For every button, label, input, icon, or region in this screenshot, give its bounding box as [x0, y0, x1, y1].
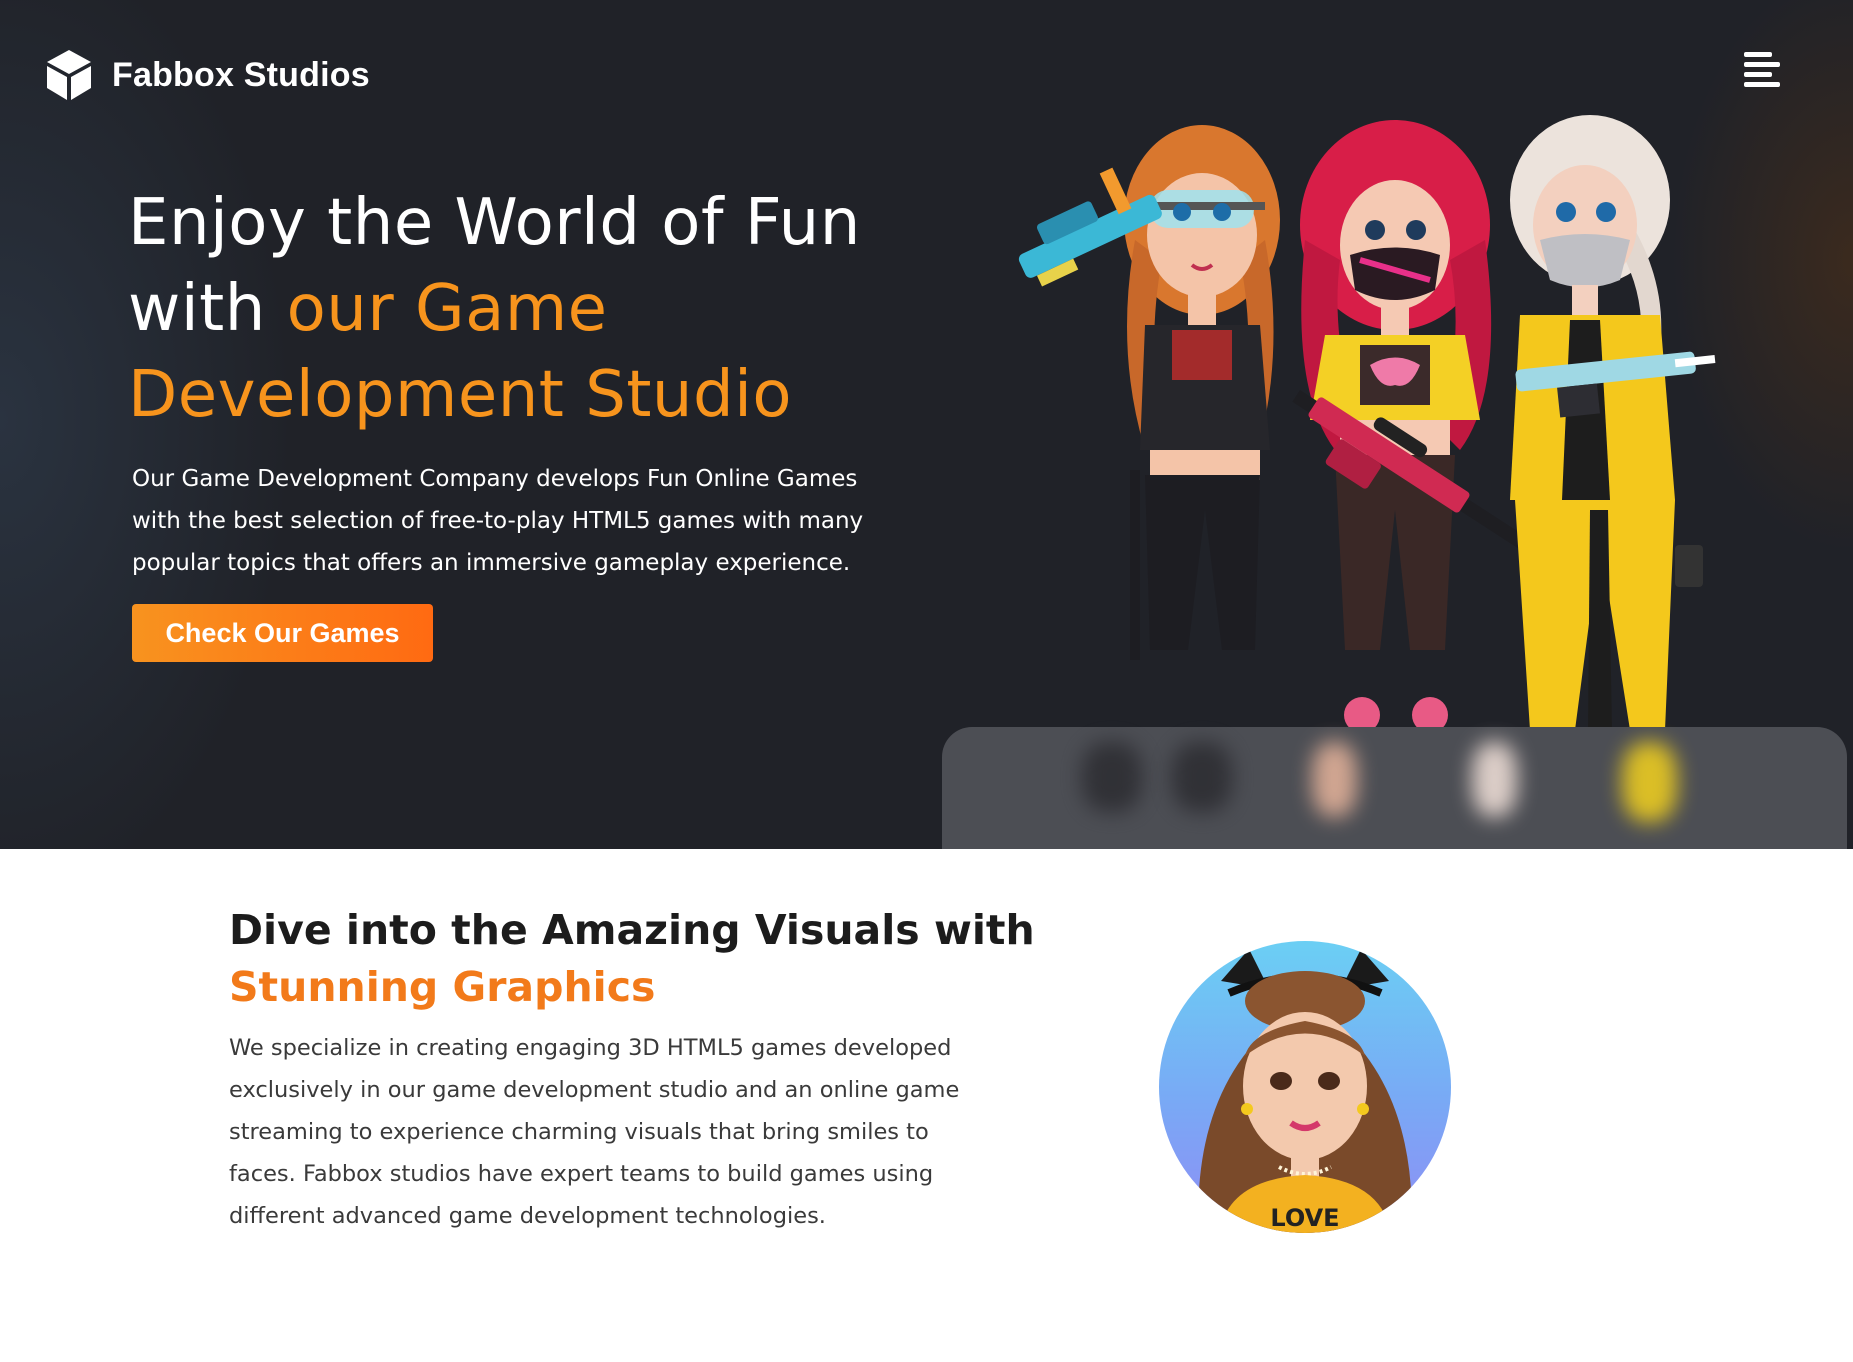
hero-title-accent-2: Development Studio: [128, 358, 793, 432]
visuals-title-prefix: Dive into the Amazing Visuals with: [229, 906, 1035, 954]
visuals-title: Dive into the Amazing Visuals with Stunn…: [229, 902, 1049, 1016]
hero-title-line-2: with: [128, 272, 287, 346]
brand-name: Fabbox Studios: [112, 55, 370, 94]
hero-title-accent-1: our Game: [286, 272, 608, 346]
cube-logo-icon: [47, 50, 91, 100]
hero-section: Fabbox Studios Enjoy the World of Fun wi…: [0, 0, 1853, 849]
hero-title: Enjoy the World of Fun with our Game Dev…: [128, 180, 908, 438]
brand-logo[interactable]: Fabbox Studios: [44, 48, 370, 102]
hamburger-menu-icon[interactable]: [1744, 50, 1784, 90]
hero-characters-illustration: [1018, 115, 1716, 733]
character-right: [1510, 115, 1716, 730]
avatar-shirt-text: LOVE: [1270, 1204, 1339, 1232]
visuals-title-accent: Stunning Graphics: [229, 963, 656, 1011]
visuals-description: We specialize in creating engaging 3D HT…: [229, 1035, 960, 1229]
stage-reflection: [942, 727, 1847, 849]
hero-title-line-1: Enjoy the World of Fun: [128, 186, 861, 260]
check-our-games-button[interactable]: Check Our Games: [132, 604, 433, 662]
character-avatar: LOVE: [1159, 941, 1451, 1233]
character-left: [1018, 125, 1280, 660]
hero-description: Our Game Development Company develops Fu…: [132, 466, 864, 576]
avatar-illustration: LOVE: [1198, 949, 1412, 1233]
